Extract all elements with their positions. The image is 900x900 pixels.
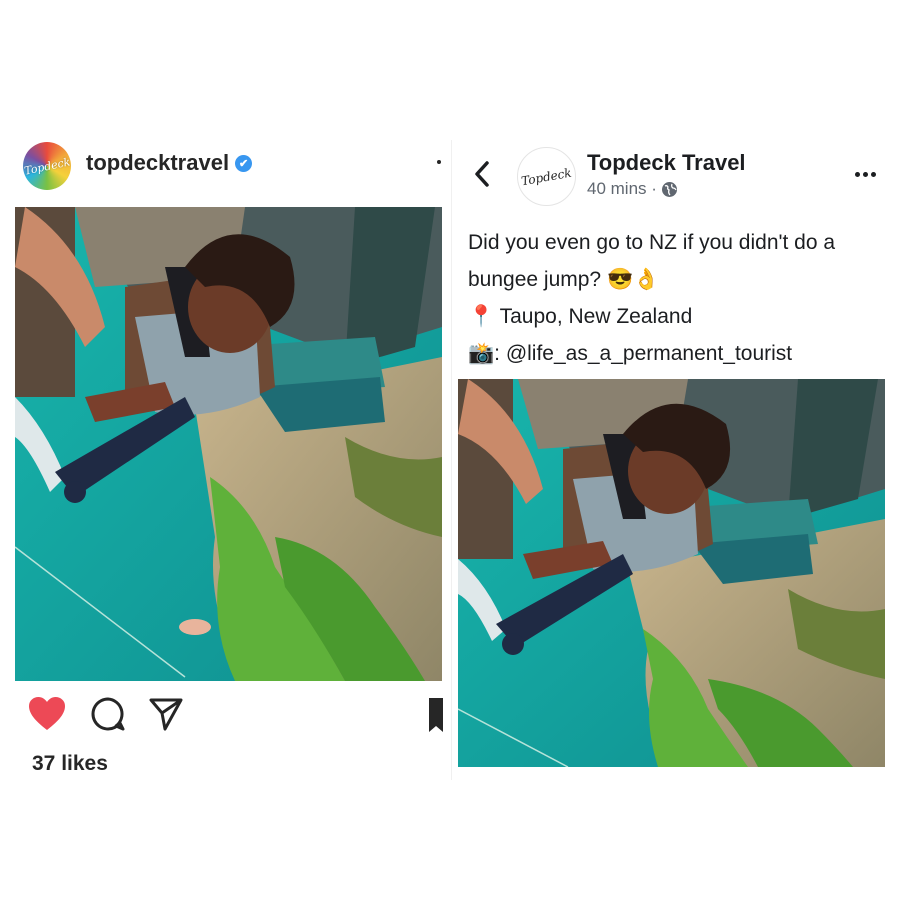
bungee-photo: [458, 379, 885, 767]
pin-icon: 📍: [468, 304, 495, 328]
instagram-post: Topdeck topdecktravel ✔ 37 likes: [0, 0, 452, 900]
camera-icon: 📸: [468, 341, 495, 365]
comment-icon[interactable]: [90, 696, 126, 732]
facebook-avatar[interactable]: Topdeck: [517, 147, 576, 206]
post-timestamp: 40 mins ·: [587, 179, 678, 199]
location-line: 📍 Taupo, New Zealand: [468, 298, 888, 335]
instagram-post-photo[interactable]: [15, 207, 442, 681]
instagram-username[interactable]: topdecktravel ✔: [86, 150, 253, 176]
heart-icon[interactable]: [28, 696, 66, 732]
send-icon[interactable]: [148, 696, 184, 732]
post-caption: Did you even go to NZ if you didn't do a…: [468, 224, 888, 372]
caption-line: bungee jump? 😎👌: [468, 268, 660, 291]
likes-count[interactable]: 37 likes: [32, 752, 108, 776]
bungee-photo: [15, 207, 442, 681]
back-chevron-icon[interactable]: [474, 160, 490, 188]
facebook-page-name[interactable]: Topdeck Travel: [587, 150, 746, 176]
credit-line: 📸: @life_as_a_permanent_tourist: [468, 335, 888, 372]
globe-icon: [661, 181, 677, 197]
more-options-icon[interactable]: [437, 160, 441, 164]
instagram-avatar[interactable]: Topdeck: [23, 142, 71, 190]
bookmark-icon[interactable]: [429, 696, 443, 732]
caption-line: Did you even go to NZ if you didn't do a: [468, 231, 836, 254]
photo-credit[interactable]: : @life_as_a_permanent_tourist: [494, 342, 792, 365]
facebook-post-photo[interactable]: [458, 379, 885, 767]
location-text: Taupo, New Zealand: [499, 305, 693, 328]
instagram-action-bar: [28, 696, 443, 736]
verified-badge-icon: ✔: [235, 154, 253, 172]
facebook-post: Topdeck Topdeck Travel 40 mins · Did you…: [452, 0, 900, 900]
more-options-icon[interactable]: [855, 172, 876, 177]
